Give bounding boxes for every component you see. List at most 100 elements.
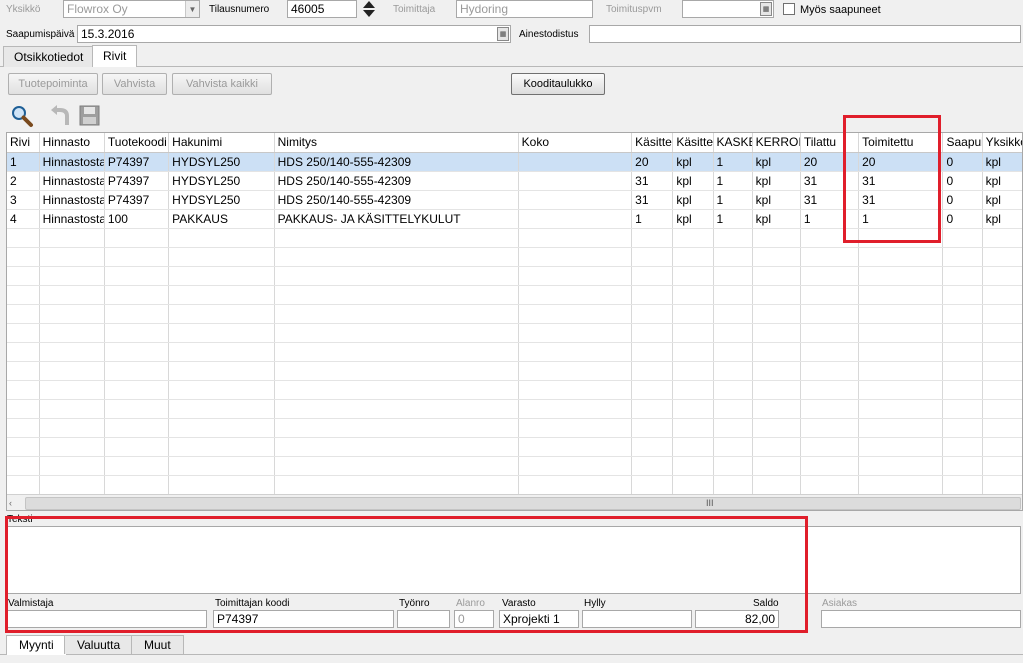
table-cell[interactable] [713,342,753,362]
table-cell[interactable] [631,418,674,438]
tab-rivit[interactable]: Rivit [92,45,138,67]
table-cell[interactable] [274,361,519,381]
table-cell[interactable] [800,418,860,438]
table-cell[interactable] [982,266,1022,286]
hylly-input[interactable] [582,610,692,628]
tab-otsikkotiedot[interactable]: Otsikkotiedot [3,46,95,67]
table-cell[interactable] [104,247,170,267]
table-cell[interactable]: kpl [752,209,801,229]
table-cell[interactable]: 31 [631,171,674,191]
table-cell[interactable] [982,380,1022,400]
table-cell[interactable] [7,304,40,324]
table-cell[interactable] [168,475,275,495]
table-cell[interactable] [7,247,40,267]
table-cell[interactable] [168,399,275,419]
column-header[interactable]: Käsitte [631,133,674,153]
column-header[interactable]: KERROIN [752,133,801,153]
table-cell[interactable] [104,285,170,305]
table-cell[interactable] [942,228,983,248]
table-cell[interactable] [104,418,170,438]
table-cell[interactable] [168,361,275,381]
column-header[interactable]: Saapui [942,133,983,153]
column-header[interactable]: Nimitys [274,133,519,153]
table-cell[interactable] [518,323,633,343]
table-cell[interactable] [518,380,633,400]
table-cell[interactable] [713,437,753,457]
table-cell[interactable] [713,247,753,267]
table-cell[interactable] [942,342,983,362]
table-cell[interactable]: HDS 250/140-555-42309 [274,171,519,191]
table-cell[interactable] [274,228,519,248]
myos-saapuneet-checkbox[interactable] [783,3,795,15]
table-cell[interactable] [631,380,674,400]
table-row[interactable] [7,228,1022,248]
table-cell[interactable]: kpl [672,209,714,229]
varasto-input[interactable]: Xprojekti 1 [499,610,579,628]
table-cell[interactable]: 1 [713,209,753,229]
table-cell[interactable] [752,266,801,286]
table-cell[interactable]: kpl [982,152,1022,172]
table-cell[interactable] [672,323,714,343]
table-cell[interactable] [168,266,275,286]
table-cell[interactable] [752,323,801,343]
table-cell[interactable] [631,228,674,248]
table-cell[interactable]: 31 [800,171,860,191]
teksti-textarea[interactable] [6,526,1021,594]
table-cell[interactable] [800,437,860,457]
table-cell[interactable] [274,247,519,267]
table-cell[interactable] [104,266,170,286]
table-cell[interactable] [631,456,674,476]
table-cell[interactable] [104,323,170,343]
chevron-down-icon[interactable]: ▼ [185,1,199,17]
table-cell[interactable] [858,361,944,381]
column-header[interactable]: Käsitte [672,133,714,153]
table-cell[interactable] [982,247,1022,267]
table-cell[interactable] [39,399,105,419]
table-cell[interactable] [104,380,170,400]
table-cell[interactable] [518,209,633,229]
table-cell[interactable] [982,475,1022,495]
scroll-left-icon[interactable]: ‹ [9,498,23,509]
table-cell[interactable] [631,342,674,362]
table-cell[interactable] [713,475,753,495]
saapumispaiva-input[interactable]: 15.3.2016 ▦ [77,25,511,43]
table-cell[interactable] [672,285,714,305]
yksikko-dropdown[interactable]: Flowrox Oy ▼ [63,0,200,18]
table-cell[interactable] [274,285,519,305]
table-cell[interactable] [672,437,714,457]
table-cell[interactable] [752,380,801,400]
table-cell[interactable] [39,266,105,286]
table-cell[interactable]: HYDSYL250 [168,152,275,172]
table-cell[interactable] [672,266,714,286]
table-cell[interactable] [800,285,860,305]
table-cell[interactable]: 31 [858,190,944,210]
table-cell[interactable] [7,323,40,343]
calendar-icon[interactable]: ▦ [760,2,772,16]
table-cell[interactable] [713,323,753,343]
column-header[interactable]: KASKEI [713,133,753,153]
table-row[interactable] [7,266,1022,286]
toimittajan-koodi-input[interactable]: P74397 [213,610,394,628]
table-cell[interactable]: Hinnastosta [39,171,105,191]
table-cell[interactable] [942,266,983,286]
table-cell[interactable] [518,456,633,476]
table-cell[interactable] [752,247,801,267]
table-cell[interactable] [7,285,40,305]
table-cell[interactable]: 1 [631,209,674,229]
table-cell[interactable]: 0 [942,190,983,210]
table-cell[interactable]: HDS 250/140-555-42309 [274,190,519,210]
table-cell[interactable] [942,323,983,343]
table-cell[interactable] [982,361,1022,381]
table-cell[interactable] [858,266,944,286]
table-cell[interactable]: Hinnastosta [39,190,105,210]
table-cell[interactable] [752,418,801,438]
table-cell[interactable] [982,342,1022,362]
table-cell[interactable] [713,304,753,324]
table-cell[interactable] [518,342,633,362]
table-cell[interactable]: 100 [104,209,170,229]
table-cell[interactable] [982,456,1022,476]
table-cell[interactable] [752,399,801,419]
save-icon[interactable] [79,105,100,126]
column-header[interactable]: Tilattu [800,133,860,153]
table-cell[interactable] [713,399,753,419]
